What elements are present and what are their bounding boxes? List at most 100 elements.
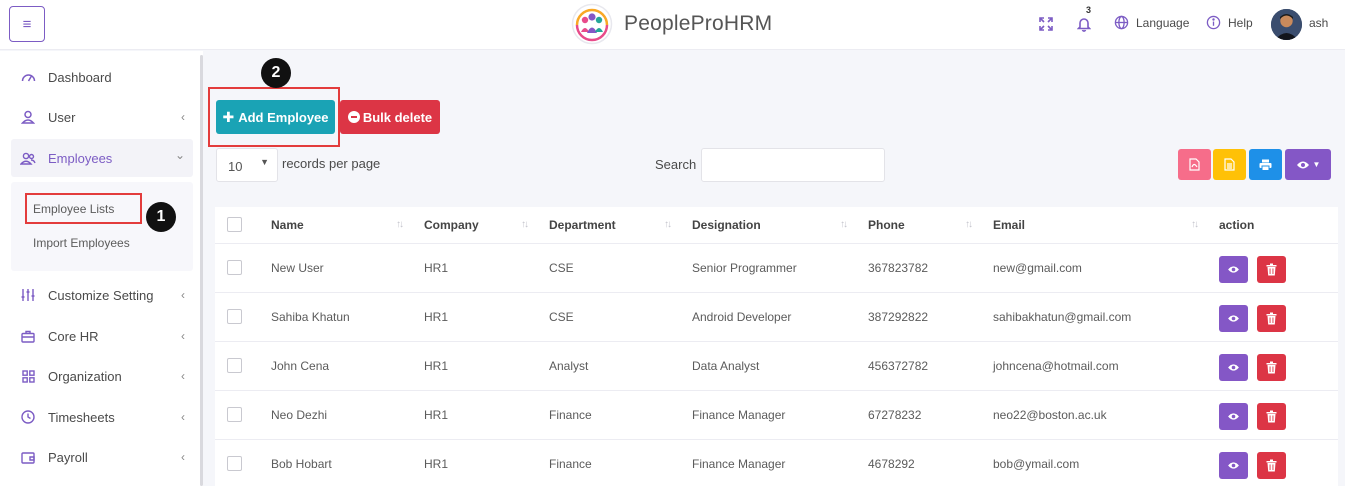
- header-designation[interactable]: Designation: [692, 218, 761, 232]
- brand-name: PeopleProHRM: [624, 12, 773, 35]
- menu-icon: ≡: [22, 15, 32, 33]
- sidebar: Dashboard User ‹ Employees ⌄ Employee Li…: [0, 51, 203, 486]
- table-row: Bob Hobart HR1 Finance Finance Manager 4…: [215, 440, 1338, 486]
- header-phone[interactable]: Phone: [868, 218, 905, 232]
- info-icon: [1206, 15, 1221, 30]
- export-pdf-button[interactable]: [1178, 149, 1211, 180]
- view-button[interactable]: [1219, 403, 1248, 430]
- eye-icon: [1228, 266, 1239, 273]
- sort-icon[interactable]: ↑↓: [521, 219, 529, 230]
- chevron-left-icon: ‹: [181, 329, 185, 343]
- table-row: New User HR1 CSE Senior Programmer 36782…: [215, 244, 1338, 293]
- sort-icon[interactable]: ↑↓: [396, 219, 404, 230]
- view-button[interactable]: [1219, 452, 1248, 479]
- trash-icon: [1266, 312, 1277, 325]
- row-checkbox[interactable]: [227, 407, 242, 422]
- chevron-left-icon: ‹: [181, 110, 185, 124]
- bulk-delete-label: Bulk delete: [362, 109, 433, 125]
- add-employee-button[interactable]: ✚ Add Employee: [216, 100, 335, 134]
- sidebar-item-employees[interactable]: Employees ⌄: [11, 139, 193, 177]
- header-department[interactable]: Department: [549, 218, 616, 232]
- pdf-file-icon: [1189, 158, 1200, 171]
- cell-name: Neo Dezhi: [271, 408, 328, 422]
- eye-icon: [1296, 161, 1309, 168]
- search-input[interactable]: [701, 148, 885, 182]
- cell-phone: 456372782: [868, 359, 929, 373]
- cell-department: Analyst: [549, 359, 589, 373]
- sidebar-item-label: Employees: [48, 150, 113, 166]
- cell-email: johncena@hotmail.com: [993, 359, 1119, 373]
- help-link[interactable]: Help: [1206, 15, 1253, 30]
- eye-icon: [1228, 413, 1239, 420]
- sliders-icon: [20, 287, 36, 303]
- highlight-box-employee-lists: [25, 193, 142, 224]
- sidebar-item-dashboard[interactable]: Dashboard: [0, 58, 193, 96]
- delete-button[interactable]: [1257, 305, 1286, 332]
- sidebar-item-user[interactable]: User ‹: [0, 98, 193, 136]
- chevron-down-icon: ⌄: [174, 148, 185, 162]
- delete-button[interactable]: [1257, 354, 1286, 381]
- row-checkbox[interactable]: [227, 456, 242, 471]
- sidebar-item-label: Customize Setting: [48, 287, 154, 303]
- records-per-page-label: records per page: [282, 156, 381, 171]
- notification-count-badge: 3: [1086, 5, 1092, 15]
- chevron-left-icon: ‹: [181, 369, 185, 383]
- top-bar: ≡ PeopleProHRM 3 Language Help ash: [0, 0, 1345, 50]
- header-name[interactable]: Name: [271, 218, 304, 232]
- menu-toggle-button[interactable]: ≡: [9, 6, 45, 42]
- row-checkbox[interactable]: [227, 309, 242, 324]
- cell-designation: Data Analyst: [692, 359, 760, 373]
- cell-phone: 387292822: [868, 310, 929, 324]
- records-per-page-value: 10: [228, 159, 243, 174]
- sidebar-item-organization[interactable]: Organization ‹: [0, 357, 193, 395]
- sort-icon[interactable]: ↑↓: [1191, 219, 1199, 230]
- fullscreen-button[interactable]: [1039, 17, 1053, 31]
- sidebar-item-payroll[interactable]: Payroll ‹: [0, 438, 193, 476]
- user-name[interactable]: ash: [1309, 16, 1328, 30]
- view-button[interactable]: [1219, 354, 1248, 381]
- brand-logo-icon: [571, 3, 613, 45]
- view-button[interactable]: [1219, 256, 1248, 283]
- chevron-left-icon: ‹: [181, 288, 185, 302]
- globe-icon: [1114, 15, 1129, 30]
- delete-button[interactable]: [1257, 452, 1286, 479]
- sidebar-item-timesheets[interactable]: Timesheets ‹: [0, 398, 193, 436]
- sidebar-item-core-hr[interactable]: Core HR ‹: [0, 317, 193, 355]
- eye-icon: [1228, 315, 1239, 322]
- delete-button[interactable]: [1257, 256, 1286, 283]
- submenu-item-import-employees[interactable]: Import Employees: [33, 236, 130, 250]
- gauge-icon: [20, 69, 36, 85]
- row-checkbox[interactable]: [227, 260, 242, 275]
- cell-name: Bob Hobart: [271, 457, 332, 471]
- view-button[interactable]: [1219, 305, 1248, 332]
- sort-icon[interactable]: ↑↓: [664, 219, 672, 230]
- cell-designation: Finance Manager: [692, 457, 786, 471]
- row-checkbox[interactable]: [227, 358, 242, 373]
- sort-icon[interactable]: ↑↓: [965, 219, 973, 230]
- cell-designation: Senior Programmer: [692, 261, 797, 275]
- column-visibility-button[interactable]: ▼: [1285, 149, 1331, 180]
- bell-icon: [1077, 18, 1091, 32]
- language-menu[interactable]: Language: [1114, 15, 1189, 30]
- grid-icon: [20, 368, 36, 384]
- print-button[interactable]: [1249, 149, 1282, 180]
- records-per-page-select[interactable]: 10 ▼: [216, 148, 278, 182]
- cell-email: neo22@boston.ac.uk: [993, 408, 1107, 422]
- bulk-delete-button[interactable]: Bulk delete: [340, 100, 440, 134]
- export-csv-button[interactable]: [1213, 149, 1246, 180]
- cell-company: HR1: [424, 457, 449, 471]
- search-label: Search: [655, 157, 697, 172]
- caret-down-icon: ▼: [1312, 160, 1321, 169]
- notifications-button[interactable]: [1077, 16, 1091, 32]
- cell-department: CSE: [549, 310, 574, 324]
- select-all-checkbox[interactable]: [227, 217, 242, 232]
- brand[interactable]: PeopleProHRM: [571, 3, 772, 45]
- language-label: Language: [1136, 15, 1190, 30]
- avatar[interactable]: [1271, 9, 1302, 40]
- header-email[interactable]: Email: [993, 218, 1025, 232]
- cell-phone: 367823782: [868, 261, 929, 275]
- sort-icon[interactable]: ↑↓: [840, 219, 848, 230]
- header-company[interactable]: Company: [424, 218, 479, 232]
- delete-button[interactable]: [1257, 403, 1286, 430]
- sidebar-item-customize-setting[interactable]: Customize Setting ‹: [0, 276, 193, 314]
